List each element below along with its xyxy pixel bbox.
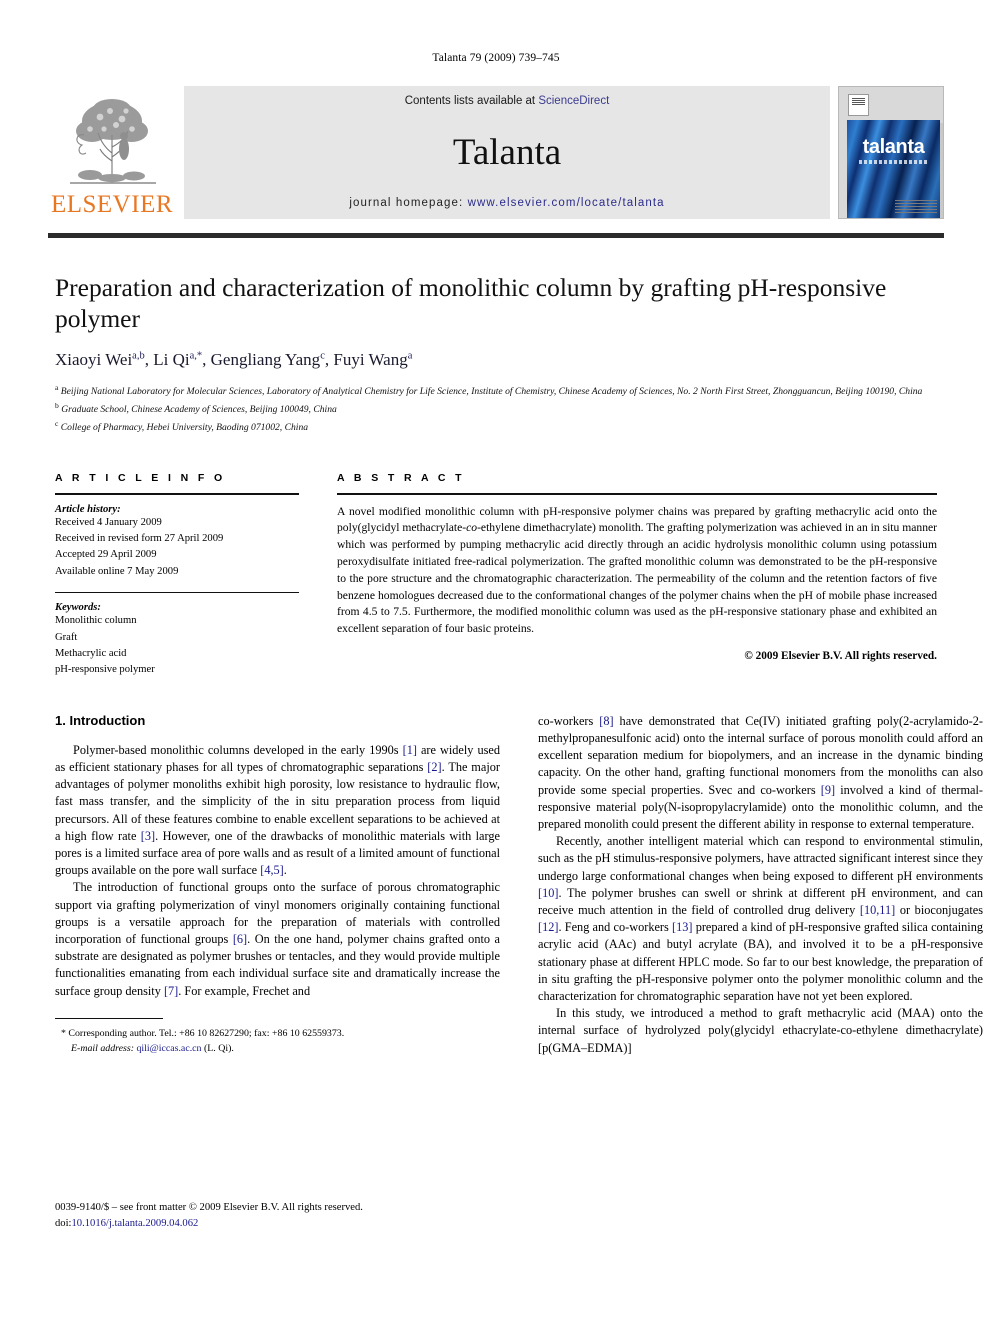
- keyword-item: Methacrylic acid: [55, 647, 127, 659]
- citation-ref[interactable]: [9]: [821, 783, 835, 797]
- corresponding-author-footnote: * Corresponding author. Tel.: +86 10 826…: [55, 1017, 500, 1057]
- elsevier-wordmark: ELSEVIER: [50, 191, 174, 218]
- journal-cover-thumbnail[interactable]: talanta: [838, 86, 944, 219]
- cover-footer-mark: [895, 200, 937, 213]
- abstract-column: A B S T R A C T A novel modified monolit…: [337, 472, 937, 679]
- homepage-url[interactable]: www.elsevier.com/locate/talanta: [468, 197, 665, 209]
- article-info-column: A R T I C L E I N F O Article history: R…: [55, 472, 299, 679]
- article-history-heading: Article history:: [55, 503, 121, 515]
- info-abstract-region: A R T I C L E I N F O Article history: R…: [55, 472, 937, 679]
- email-address-label: E-mail address:: [71, 1042, 134, 1054]
- footnote-marker: *: [61, 1027, 66, 1039]
- email-owner: (L. Qi).: [203, 1042, 234, 1054]
- intro-paragraph-3: co-workers [8] have demonstrated that Ce…: [538, 713, 983, 831]
- intro-paragraph-4: Recently, another intelligent material w…: [538, 834, 983, 1004]
- keyword-item: Monolithic column: [55, 615, 137, 627]
- footer-doi-line: doi:10.1016/j.talanta.2009.04.062: [55, 1216, 505, 1232]
- section-heading-introduction: 1. Introduction: [55, 712, 146, 728]
- contents-prefix: Contents lists available at: [404, 95, 539, 107]
- affiliation-text-b: Graduate School, Chinese Academy of Scie…: [61, 404, 337, 416]
- footnote-text: * Corresponding author. Tel.: +86 10 826…: [55, 1027, 500, 1057]
- page-title: Preparation and characterization of mono…: [55, 273, 887, 334]
- corresponding-email-link[interactable]: qili@iccas.ac.cn: [136, 1043, 201, 1054]
- footnote-body: Corresponding author. Tel.: +86 10 82627…: [68, 1027, 345, 1039]
- title-block: Preparation and characterization of mono…: [55, 272, 937, 436]
- article-history-revised: Received in revised form 27 April 2009: [55, 532, 224, 544]
- footer-issn-line: 0039-9140/$ – see front matter © 2009 El…: [55, 1202, 363, 1213]
- citation-ref[interactable]: [10]: [538, 886, 559, 900]
- doi-link[interactable]: 10.1016/j.talanta.2009.04.062: [71, 1218, 198, 1229]
- citation-ref[interactable]: [4,5]: [260, 863, 284, 877]
- article-history-online: Available online 7 May 2009: [55, 565, 179, 577]
- citation-ref[interactable]: [12]: [538, 920, 559, 934]
- article-info-label: A R T I C L E I N F O: [55, 471, 226, 484]
- keywords-rule: [55, 592, 299, 594]
- affiliation-mark-a: a: [55, 383, 59, 393]
- citation-ref[interactable]: [1]: [403, 743, 417, 757]
- intro-paragraph-5: In this study, we introduced a method to…: [538, 1006, 983, 1055]
- masthead-divider: [48, 233, 944, 238]
- citation-ref[interactable]: [8]: [599, 714, 613, 728]
- article-history-accepted: Accepted 29 April 2009: [55, 549, 157, 561]
- affiliation-c: c College of Pharmacy, Hebei University,…: [55, 418, 937, 436]
- doi-label: doi:: [55, 1217, 72, 1229]
- footnote-rule: [55, 1017, 163, 1019]
- contents-available-line: Contents lists available at ScienceDirec…: [405, 95, 610, 107]
- citation-ref[interactable]: [13]: [672, 920, 693, 934]
- intro-paragraph-2: The introduction of functional groups on…: [55, 880, 501, 998]
- abstract-copyright: © 2009 Elsevier B.V. All rights reserved…: [744, 649, 937, 662]
- sciencedirect-link[interactable]: ScienceDirect: [538, 95, 609, 107]
- article-history-received: Received 4 January 2009: [55, 516, 162, 528]
- cover-title: talanta: [862, 136, 925, 158]
- author-list: Xiaoyi Weia,b, Li Qia,*, Gengliang Yangc…: [55, 350, 413, 370]
- keywords-heading: Keywords:: [55, 602, 101, 614]
- keyword-item: pH-responsive polymer: [55, 664, 155, 676]
- journal-masthead: ELSEVIER Contents lists available at Sci…: [48, 86, 944, 219]
- affiliation-text-c: College of Pharmacy, Hebei University, B…: [60, 421, 309, 433]
- journal-homepage-line: journal homepage: www.elsevier.com/locat…: [349, 197, 664, 209]
- homepage-prefix: journal homepage:: [349, 197, 468, 209]
- affiliation-text-a: Beijing National Laboratory for Molecula…: [60, 386, 923, 398]
- journal-band: Contents lists available at ScienceDirec…: [184, 86, 830, 219]
- cover-subtitle-rule: [859, 160, 928, 164]
- body-column-left: 1. Introduction Polymer-based monolithic…: [55, 713, 500, 1057]
- body-columns: 1. Introduction Polymer-based monolithic…: [55, 713, 983, 1057]
- journal-title: Talanta: [452, 132, 562, 173]
- elsevier-logo: ELSEVIER: [48, 86, 176, 219]
- body-column-right: co-workers [8] have demonstrated that Ce…: [538, 713, 983, 1057]
- abstract-italic-co: co: [466, 521, 478, 535]
- running-head: Talanta 79 (2009) 739–745: [432, 52, 560, 64]
- citation-ref[interactable]: [6]: [233, 932, 247, 946]
- citation-ref[interactable]: [3]: [141, 829, 155, 843]
- affiliation-list: a Beijing National Laboratory for Molecu…: [55, 382, 937, 435]
- abstract-text: A novel modified monolithic column with …: [337, 504, 937, 638]
- page-footer: 0039-9140/$ – see front matter © 2009 El…: [55, 1200, 505, 1232]
- keyword-item: Graft: [55, 631, 78, 643]
- article-info-rule: [55, 492, 299, 495]
- abstract-rule: [337, 492, 937, 495]
- affiliation-a: a Beijing National Laboratory for Molecu…: [55, 382, 937, 400]
- citation-ref[interactable]: [2]: [427, 760, 441, 774]
- cover-badge-icon: [848, 94, 869, 116]
- elsevier-tree-icon: [60, 95, 164, 191]
- affiliation-b: b Graduate School, Chinese Academy of Sc…: [55, 400, 937, 418]
- affiliation-mark-b: b: [55, 400, 59, 410]
- citation-ref[interactable]: [10,11]: [860, 903, 895, 917]
- intro-paragraph-1: Polymer-based monolithic columns develop…: [55, 742, 500, 878]
- citation-ref[interactable]: [7]: [164, 984, 178, 998]
- abstract-part2: -ethylene dimethacrylate) monolith. The …: [337, 521, 937, 636]
- affiliation-mark-c: c: [55, 418, 59, 428]
- abstract-label: A B S T R A C T: [337, 471, 465, 484]
